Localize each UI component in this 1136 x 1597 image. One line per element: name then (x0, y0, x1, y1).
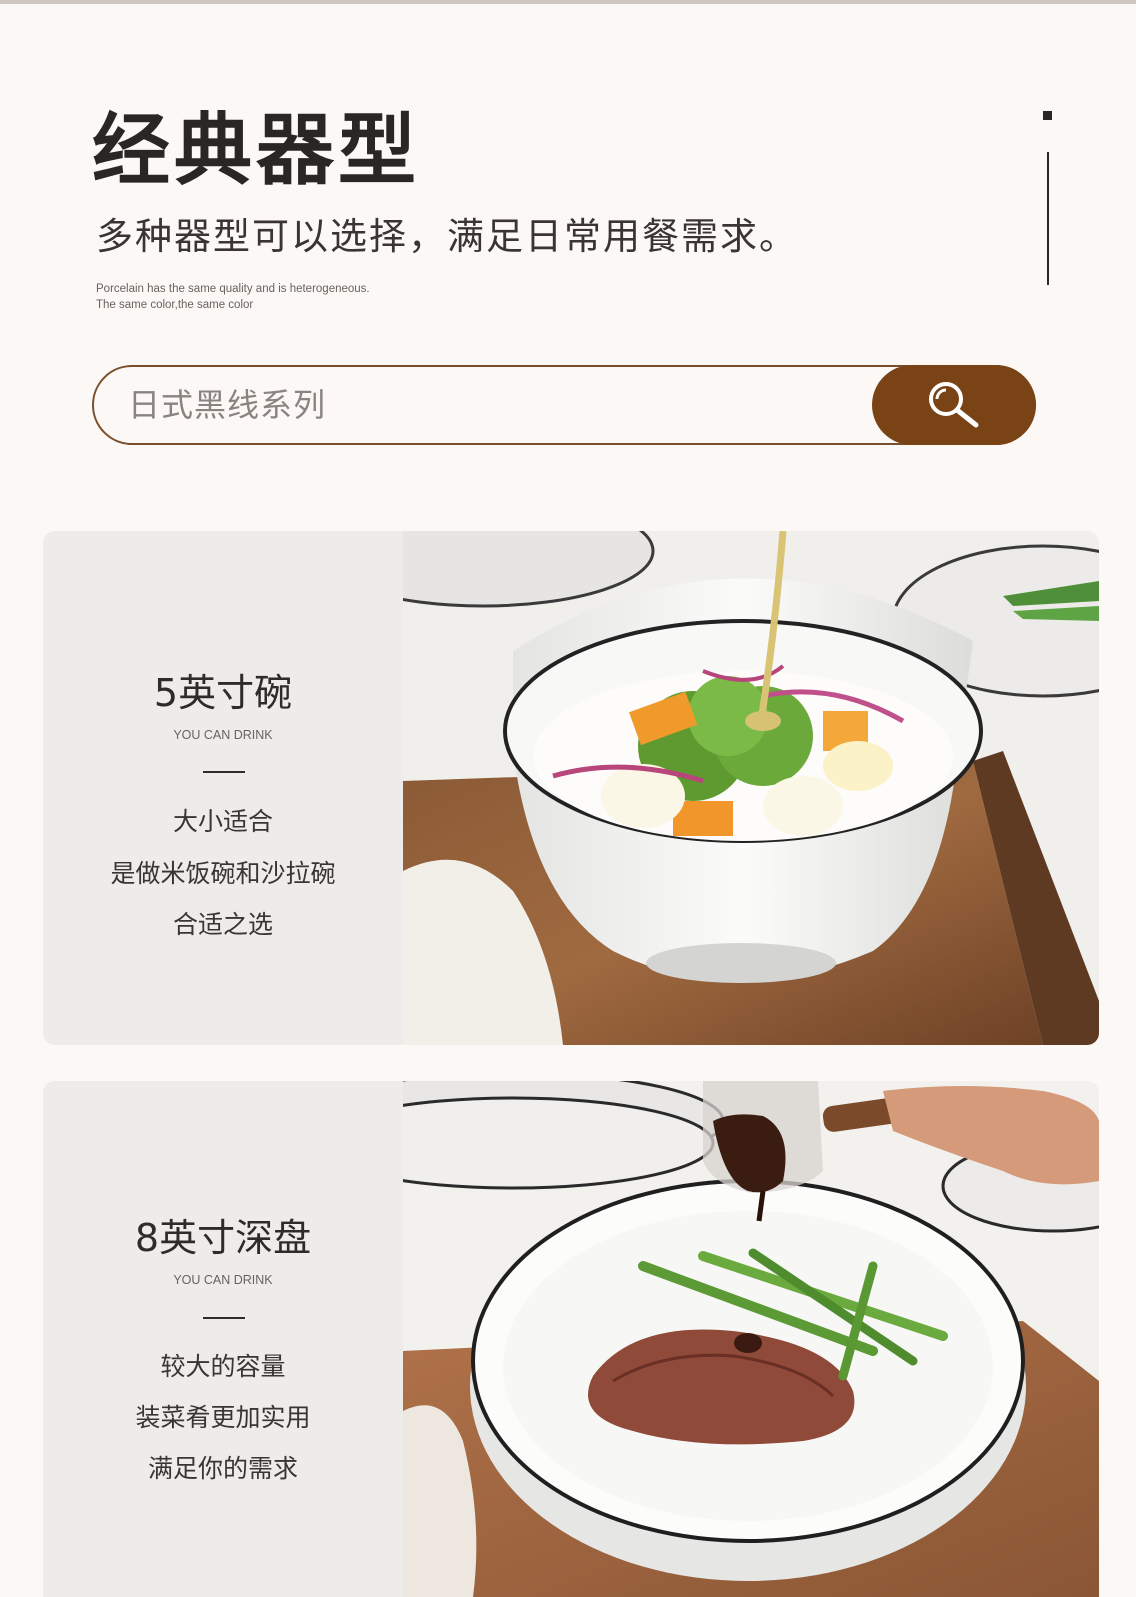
product-name: 8英寸深盘 (134, 1216, 312, 1260)
search-input-text[interactable]: 日式黑线系列 (128, 389, 326, 421)
product-description-line: 合适之选 (172, 910, 273, 939)
search-icon (922, 375, 986, 435)
divider-dash (203, 1317, 245, 1319)
bowl-product-photo (403, 531, 1099, 1045)
product-card-plate[interactable]: 8英寸深盘 YOU CAN DRINK 较大的容量 装菜肴更加实用 满足你的需求 (43, 1081, 1099, 1597)
page-title: 经典器型 (92, 106, 421, 196)
search-button[interactable] (872, 365, 1036, 445)
product-card-bowl[interactable]: 5英寸碗 YOU CAN DRINK 大小适合 是做米饭碗和沙拉碗 合适之选 (43, 531, 1099, 1045)
product-info: 5英寸碗 YOU CAN DRINK 大小适合 是做米饭碗和沙拉碗 合适之选 (43, 531, 403, 1045)
english-caption-line: The same color,the same color (96, 299, 254, 311)
product-name: 5英寸碗 (153, 671, 293, 715)
product-description-line: 大小适合 (172, 807, 273, 836)
search-bar[interactable]: 日式黑线系列 (92, 365, 1036, 445)
product-english: YOU CAN DRINK (173, 1273, 273, 1287)
plate-product-photo (403, 1081, 1099, 1597)
product-info: 8英寸深盘 YOU CAN DRINK 较大的容量 装菜肴更加实用 满足你的需求 (43, 1081, 403, 1597)
top-divider (0, 0, 1136, 4)
product-english: YOU CAN DRINK (173, 728, 273, 742)
page-subtitle: 多种器型可以选择，满足日常用餐需求。 (96, 215, 798, 258)
decorative-vertical-line (1047, 152, 1049, 285)
product-description-line: 满足你的需求 (147, 1454, 298, 1483)
divider-dash (203, 771, 245, 773)
product-description-line: 较大的容量 (160, 1352, 286, 1381)
english-caption-line: Porcelain has the same quality and is he… (96, 283, 370, 295)
decorative-dot (1043, 111, 1052, 120)
product-description-line: 装菜肴更加实用 (135, 1403, 311, 1432)
product-description-line: 是做米饭碗和沙拉碗 (110, 859, 336, 888)
